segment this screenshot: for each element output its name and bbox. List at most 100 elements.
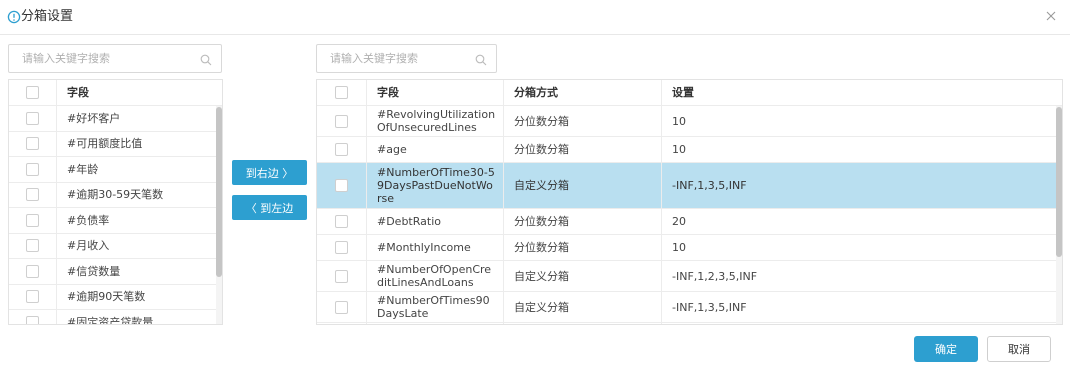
row-checkbox[interactable] [26,162,39,176]
field-cell: #NumberOfTime30-59DaysPastDueNotWorse [366,163,503,208]
row-checkbox[interactable] [335,241,348,254]
right-search-box [316,44,497,73]
setting-cell[interactable]: 20 [661,209,1056,234]
select-all-cell [317,80,366,105]
search-icon[interactable] [200,54,212,66]
row-checkbox-cell [9,132,56,157]
row-checkbox-cell [9,208,56,233]
select-all-cell [9,80,56,105]
left-table-row[interactable]: #逾期30-59天笔数 [9,182,222,208]
row-checkbox-cell [9,106,56,131]
setting-cell[interactable]: -INF,1,3,5,INF [661,292,1056,322]
row-checkbox-cell [317,106,366,136]
method-cell[interactable]: 分位数分箱 [503,209,661,234]
left-table-header: 字段 [9,80,222,106]
right-table-row[interactable]: #MonthlyIncome 分位数分箱 10 [317,235,1062,261]
method-cell[interactable]: 自定义分箱 [503,292,661,322]
left-table-row[interactable]: #可用额度比值 [9,131,222,157]
left-scrollbar-thumb[interactable] [216,107,222,277]
right-table-row[interactable]: #age 分位数分箱 10 [317,137,1062,163]
row-checkbox[interactable] [26,290,39,304]
row-checkbox[interactable] [26,239,39,253]
row-checkbox-cell [9,157,56,182]
method-cell[interactable]: 分位数分箱 [503,235,661,260]
row-checkbox-cell [9,310,56,324]
row-checkbox-cell [9,234,56,259]
setting-cell[interactable] [661,323,1056,324]
row-checkbox[interactable] [335,179,348,192]
field-cell: #NumberOfTimes90DaysLate [366,292,503,322]
right-table-header: 字段 分箱方式 设置 [317,80,1062,106]
row-checkbox[interactable] [335,300,348,314]
move-left-button[interactable]: 〈 到左边 [232,195,307,220]
dialog-title: 分箱设置 [21,9,74,24]
setting-cell[interactable]: 10 [661,137,1056,162]
method-cell[interactable]: 自定义分箱 [503,261,661,291]
field-cell: #DebtRatio [366,209,503,234]
field-cell: #年龄 [56,157,216,182]
right-table-row[interactable]: #NumberOfOpenCreditLinesAndLoans 自定义分箱 -IN… [317,261,1062,292]
setting-column-header: 设置 [661,80,1062,105]
row-checkbox[interactable] [335,143,348,156]
method-cell[interactable] [503,323,661,324]
search-icon[interactable] [475,54,487,66]
field-cell: #信贷数量 [56,259,216,284]
close-icon[interactable] [1044,9,1058,23]
row-checkbox-cell [317,292,366,322]
left-table-row[interactable]: #月收入 [9,233,222,259]
method-cell[interactable]: 分位数分箱 [503,137,661,162]
right-search-input[interactable] [317,45,496,72]
row-checkbox[interactable] [26,315,39,324]
method-cell[interactable]: 分位数分箱 [503,106,661,136]
row-checkbox[interactable] [26,137,39,151]
cancel-button[interactable]: 取消 [987,336,1051,362]
row-checkbox[interactable] [26,213,39,227]
field-cell: #逾期90天笔数 [56,284,216,309]
right-table-row[interactable]: #NumberOfTimes90DaysLate 自定义分箱 -INF,1,3,5,… [317,292,1062,323]
row-checkbox[interactable] [335,114,348,128]
confirm-button[interactable]: 确定 [914,336,978,362]
right-table-row[interactable]: #RevolvingUtilizationOfUnsecuredLines 分位数… [317,106,1062,137]
right-table-row[interactable]: #NumberOfTime30-59DaysPastDueNotWorse 自定义… [317,163,1062,209]
field-cell: #NumberOfOpenCreditLinesAndLoans [366,261,503,291]
right-scrollbar-thumb[interactable] [1056,107,1062,257]
row-checkbox[interactable] [26,111,39,125]
field-column-header: 字段 [56,80,222,105]
setting-cell[interactable]: 10 [661,106,1056,136]
field-cell: #逾期30-59天笔数 [56,182,216,207]
left-table-row[interactable]: #好坏客户 [9,106,222,132]
right-table-row[interactable]: #NumberRealEstateLoansOrLines [317,323,1062,324]
row-checkbox[interactable] [335,269,348,283]
left-field-table: 字段 #好坏客户 #可用额度比值 #年龄 #逾期30-59天笔数 #负债率 #月收入 #信贷… [8,79,223,325]
row-checkbox[interactable] [335,215,348,228]
select-all-checkbox[interactable] [26,86,39,99]
left-search-input[interactable] [9,45,221,72]
row-checkbox-cell [9,259,56,284]
method-column-header: 分箱方式 [503,80,661,105]
row-checkbox-cell [317,137,366,162]
row-checkbox-cell [317,261,366,291]
field-column-header: 字段 [366,80,503,105]
left-table-row[interactable]: #逾期90天笔数 [9,284,222,310]
row-checkbox[interactable] [26,264,39,278]
left-table-row[interactable]: #信贷数量 [9,259,222,285]
row-checkbox[interactable] [26,188,39,202]
setting-cell[interactable]: 10 [661,235,1056,260]
field-cell: #NumberRealEstateLoansOrLines [366,323,503,324]
right-table-row[interactable]: #DebtRatio 分位数分箱 20 [317,209,1062,235]
select-all-checkbox[interactable] [335,86,348,99]
row-checkbox-cell [9,285,56,310]
left-table-row[interactable]: #固定资产贷款量 [9,310,222,324]
method-cell[interactable]: 自定义分箱 [503,163,661,208]
row-checkbox-cell [317,323,366,324]
dialog-header: 分箱设置 [0,0,1070,35]
left-table-row[interactable]: #负债率 [9,208,222,234]
setting-cell[interactable]: -INF,1,3,5,INF [661,163,1056,208]
field-cell: #月收入 [56,233,216,258]
row-checkbox-cell [317,209,366,234]
setting-cell[interactable]: -INF,1,2,3,5,INF [661,261,1056,291]
field-cell: #固定资产贷款量 [56,310,216,324]
move-right-button[interactable]: 到右边 〉 [232,160,307,185]
right-binning-table: 字段 分箱方式 设置 #RevolvingUtilizationOfUnsecu… [316,79,1063,325]
left-table-row[interactable]: #年龄 [9,157,222,183]
